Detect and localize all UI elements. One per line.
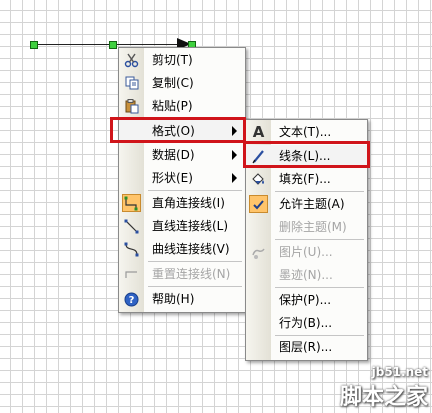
curved-connector-icon — [122, 240, 141, 258]
line-mid-handle[interactable] — [109, 41, 117, 49]
help-icon: ? — [122, 290, 141, 308]
menu-item-format[interactable]: 格式(O) — [119, 120, 245, 142]
check-icon — [249, 195, 268, 213]
menu-item-help[interactable]: ? 帮助(H) — [119, 288, 245, 310]
menu-item-label: 图层(R)... — [279, 340, 333, 354]
menu-item-copy[interactable]: 复制(C) — [119, 72, 245, 94]
menu-item-label: 直角连接线(I) — [152, 196, 225, 210]
reset-connector-icon — [122, 265, 141, 283]
line-start-handle[interactable] — [30, 41, 38, 49]
submenu-item-line[interactable]: 线条(L)... — [246, 145, 367, 167]
menu-item-label: 帮助(H) — [152, 292, 195, 306]
right-angle-connector-icon — [122, 194, 141, 212]
paste-icon — [122, 97, 141, 115]
menu-item-label: 重置连接线(N) — [152, 267, 231, 281]
menu-item-label: 允许主题(A) — [279, 197, 345, 211]
watermark: jb51.net 脚本之家 — [340, 365, 428, 411]
submenu-item-behavior[interactable]: 行为(B)... — [246, 312, 367, 334]
menu-item-straight-connector[interactable]: 直线连接线(L) — [119, 215, 245, 237]
menu-item-label: 剪切(T) — [152, 53, 193, 67]
menu-separator — [275, 239, 364, 240]
menu-item-label: 文本(T)... — [279, 125, 332, 139]
menu-item-label: 直线连接线(L) — [152, 219, 229, 233]
menu-item-label: 粘贴(P) — [152, 99, 193, 113]
menu-separator — [275, 191, 364, 192]
submenu-arrow-icon — [232, 173, 237, 183]
scissors-icon — [122, 51, 141, 69]
context-menu: 剪切(T) 复制(C) 粘贴(P) 格式(O) 数据(D) 形状(E) 直角连接… — [118, 47, 246, 313]
menu-item-reset-connector[interactable]: 重置连接线(N) — [119, 263, 245, 285]
copy-icon — [122, 74, 141, 92]
menu-item-label: 形状(E) — [152, 171, 193, 185]
menu-item-cut[interactable]: 剪切(T) — [119, 49, 245, 71]
menu-item-shape[interactable]: 形状(E) — [119, 167, 245, 189]
menu-item-label: 填充(F)... — [279, 172, 331, 186]
submenu-item-picture[interactable]: 图片(U)... — [246, 241, 367, 263]
submenu-arrow-icon — [232, 126, 237, 136]
menu-separator — [148, 190, 242, 191]
submenu-item-text[interactable]: A 文本(T)... — [246, 121, 367, 143]
submenu-item-fill[interactable]: 填充(F)... — [246, 168, 367, 190]
menu-separator — [148, 118, 242, 119]
menu-item-right-angle-connector[interactable]: 直角连接线(I) — [119, 192, 245, 214]
menu-item-label: 线条(L)... — [279, 149, 331, 163]
menu-item-label: 格式(O) — [152, 124, 195, 138]
menu-separator — [148, 261, 242, 262]
menu-item-label: 曲线连接线(V) — [152, 242, 230, 256]
menu-item-label: 保护(P)... — [279, 293, 332, 307]
menu-separator — [275, 287, 364, 288]
menu-item-label: 墨迹(N)... — [279, 268, 333, 282]
menu-item-data[interactable]: 数据(D) — [119, 144, 245, 166]
submenu-item-ink[interactable]: 墨迹(N)... — [246, 264, 367, 286]
pen-icon — [249, 147, 268, 165]
picture-icon — [249, 243, 268, 261]
submenu-item-allow-theme[interactable]: 允许主题(A) — [246, 193, 367, 215]
watermark-brand: 脚本之家 — [339, 385, 428, 410]
svg-text:?: ? — [129, 295, 135, 306]
submenu-item-remove-theme[interactable]: 删除主题(M) — [246, 216, 367, 238]
watermark-url: jb51.net — [371, 365, 428, 379]
paint-bucket-icon — [249, 170, 268, 188]
menu-item-label: 复制(C) — [152, 76, 194, 90]
menu-separator — [148, 286, 242, 287]
menu-item-label: 图片(U)... — [279, 245, 333, 259]
menu-item-label: 数据(D) — [152, 148, 195, 162]
submenu-item-layer[interactable]: 图层(R)... — [246, 336, 367, 358]
text-A-icon: A — [252, 123, 265, 141]
menu-item-label: 行为(B)... — [279, 316, 333, 330]
menu-item-curved-connector[interactable]: 曲线连接线(V) — [119, 238, 245, 260]
straight-connector-icon — [122, 217, 141, 235]
menu-item-paste[interactable]: 粘贴(P) — [119, 95, 245, 117]
format-submenu: A 文本(T)... 线条(L)... 填充(F)... 允许主题(A) 删除主… — [245, 119, 368, 361]
submenu-arrow-icon — [232, 150, 237, 160]
menu-item-label: 删除主题(M) — [279, 220, 347, 234]
submenu-item-protection[interactable]: 保护(P)... — [246, 289, 367, 311]
